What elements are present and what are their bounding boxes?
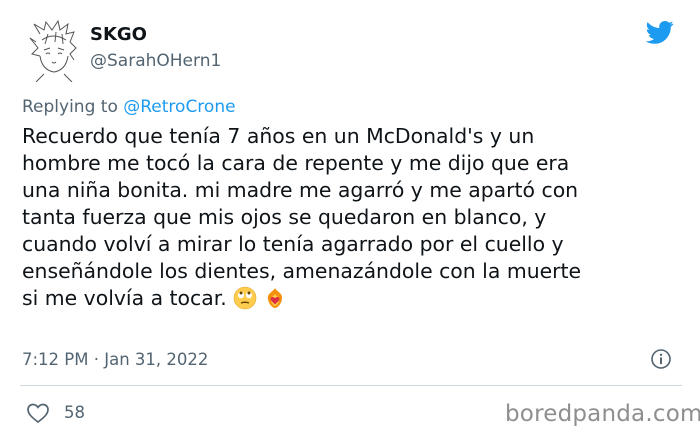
replying-to-label: Replying to [22,97,118,117]
info-icon[interactable] [650,348,672,370]
divider [20,385,682,386]
eye-roll-emoji-icon [233,286,257,310]
twitter-bird-icon[interactable] [644,18,676,46]
tweet-text: Recuerdo que tenía 7 años en un McDonald… [22,124,582,310]
like-count: 58 [64,403,85,422]
tweet-body: Recuerdo que tenía 7 años en un McDonald… [22,123,692,312]
heart-on-fire-emoji-icon [263,286,287,310]
like-heart-icon[interactable] [26,402,50,424]
user-name[interactable]: SKGO [90,24,147,46]
reply-mention-link[interactable]: @RetroCrone [123,97,235,117]
replying-to: Replying to @RetroCrone [22,96,236,118]
user-handle[interactable]: @SarahOHern1 [90,50,221,72]
tweet-timestamp[interactable]: 7:12 PM · Jan 31, 2022 [22,349,208,371]
watermark: boredpanda.com [505,401,700,427]
avatar[interactable] [26,19,80,83]
